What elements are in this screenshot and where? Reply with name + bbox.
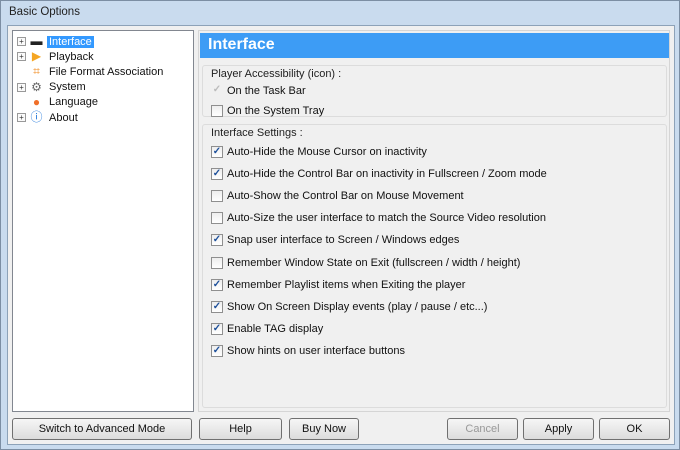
checkbox-label: Auto-Hide the Mouse Cursor on inactivity bbox=[227, 146, 427, 158]
checkbox-checked-icon[interactable]: ✓ bbox=[211, 168, 223, 181]
tree-item-interface[interactable]: + ▬ Interface bbox=[17, 34, 94, 49]
settings-panel: Interface Player Accessibility (icon) : … bbox=[198, 30, 670, 412]
group-label: Player Accessibility (icon) : bbox=[211, 68, 342, 80]
tree-item-label: System bbox=[49, 81, 86, 94]
checkbox-unchecked-icon[interactable] bbox=[211, 105, 223, 117]
apply-button[interactable]: Apply bbox=[523, 418, 594, 440]
checkbox-label: Remember Window State on Exit (fullscree… bbox=[227, 256, 521, 269]
play-icon: ▶ bbox=[31, 49, 42, 64]
checkbox-label: Snap user interface to Screen / Windows … bbox=[227, 234, 460, 247]
tree-item-label: Interface bbox=[47, 35, 94, 48]
checkbox-unchecked-icon[interactable] bbox=[211, 212, 223, 225]
checkbox-checked-icon[interactable]: ✓ bbox=[211, 278, 223, 291]
checkbox-label: Auto-Size the user interface to match th… bbox=[227, 212, 546, 225]
tree-item-file-format-association[interactable]: ⌗ File Format Association bbox=[17, 64, 165, 79]
checkbox-settings-3[interactable]: Auto-Size the user interface to match th… bbox=[211, 211, 546, 225]
speech-bubble-icon: ● bbox=[32, 94, 41, 109]
checkbox-label: Auto-Show the Control Bar on Mouse Movem… bbox=[227, 190, 464, 203]
help-button[interactable]: Help bbox=[199, 418, 282, 440]
accessibility-group: Player Accessibility (icon) : ✓ On the Ta… bbox=[202, 65, 667, 117]
checkbox-label: On the Task Bar bbox=[227, 85, 306, 97]
checkbox-label: Show hints on user interface buttons bbox=[227, 344, 405, 357]
checkbox-accessibility-0[interactable]: ✓ On the Task Bar bbox=[211, 84, 306, 98]
tree-item-label: About bbox=[49, 111, 78, 124]
gear-icon: ⚙ bbox=[31, 79, 42, 94]
window-title: Basic Options bbox=[9, 6, 80, 18]
checkbox-checked-icon[interactable]: ✓ bbox=[211, 322, 223, 335]
info-icon: ⓘ bbox=[30, 110, 43, 124]
checkbox-settings-9[interactable]: ✓ Show hints on user interface buttons bbox=[211, 344, 405, 358]
checkbox-checked-icon[interactable]: ✓ bbox=[211, 344, 223, 357]
tree-item-system[interactable]: + ⚙ System bbox=[17, 80, 88, 95]
dialog-body: + ▬ Interface + ▶ Playback ⌗ File Format Associ… bbox=[7, 25, 675, 445]
checkbox-label: On the System Tray bbox=[227, 105, 325, 117]
tree-item-about[interactable]: + ⓘ About bbox=[17, 110, 80, 125]
checkbox-label: Show On Screen Display events (play / pa… bbox=[227, 300, 488, 313]
checkbox-unchecked-icon[interactable] bbox=[211, 190, 223, 203]
checkbox-settings-2[interactable]: Auto-Show the Control Bar on Mouse Movem… bbox=[211, 189, 464, 203]
interface-settings-group: Interface Settings : ✓ Auto-Hide the Mous… bbox=[202, 124, 667, 408]
tree-item-label: Language bbox=[49, 96, 98, 109]
ok-button[interactable]: OK bbox=[599, 418, 670, 440]
buy-now-button[interactable]: Buy Now bbox=[289, 418, 359, 440]
checkbox-label: Auto-Hide the Control Bar on inactivity … bbox=[227, 168, 547, 181]
checkbox-accessibility-1[interactable]: On the System Tray bbox=[211, 104, 324, 118]
panel-header: Interface bbox=[200, 33, 669, 58]
tree-item-language[interactable]: ● Language bbox=[17, 95, 100, 110]
tree-item-playback[interactable]: + ▶ Playback bbox=[17, 49, 96, 64]
checkbox-checked-icon[interactable]: ✓ bbox=[211, 85, 223, 97]
checkbox-checked-icon[interactable]: ✓ bbox=[211, 234, 223, 247]
checkbox-settings-6[interactable]: ✓ Remember Playlist items when Exiting th… bbox=[211, 278, 465, 292]
checkbox-settings-4[interactable]: ✓ Snap user interface to Screen / Windows… bbox=[211, 233, 459, 247]
monitor-icon: ▬ bbox=[30, 34, 43, 48]
cancel-button[interactable]: Cancel bbox=[447, 418, 518, 440]
expand-icon[interactable]: + bbox=[17, 37, 26, 46]
tree-item-label: Playback bbox=[49, 50, 94, 63]
options-tree[interactable]: + ▬ Interface + ▶ Playback ⌗ File Format Associ… bbox=[12, 30, 194, 412]
checkbox-label: Enable TAG display bbox=[227, 322, 324, 335]
tree-item-label: File Format Association bbox=[49, 65, 164, 78]
file-association-icon: ⌗ bbox=[33, 64, 40, 79]
checkbox-settings-5[interactable]: Remember Window State on Exit (fullscree… bbox=[211, 256, 520, 270]
checkbox-checked-icon[interactable]: ✓ bbox=[211, 300, 223, 313]
checkbox-settings-1[interactable]: ✓ Auto-Hide the Control Bar on inactivity… bbox=[211, 167, 547, 181]
expand-icon[interactable]: + bbox=[17, 52, 26, 62]
group-label: Interface Settings : bbox=[211, 127, 303, 139]
checkbox-settings-0[interactable]: ✓ Auto-Hide the Mouse Cursor on inactivit… bbox=[211, 145, 427, 159]
checkbox-settings-8[interactable]: ✓ Enable TAG display bbox=[211, 322, 323, 336]
expand-icon[interactable]: + bbox=[17, 82, 26, 92]
checkbox-settings-7[interactable]: ✓ Show On Screen Display events (play / p… bbox=[211, 300, 487, 314]
switch-advanced-mode-button[interactable]: Switch to Advanced Mode bbox=[12, 418, 192, 440]
expand-icon[interactable]: + bbox=[17, 113, 26, 122]
checkbox-checked-icon[interactable]: ✓ bbox=[211, 146, 223, 158]
checkbox-label: Remember Playlist items when Exiting the… bbox=[227, 278, 466, 291]
checkbox-unchecked-icon[interactable] bbox=[211, 256, 223, 269]
basic-options-window: Basic Options + ▬ Interface + ▶ Playback ⌗ File… bbox=[0, 0, 680, 450]
